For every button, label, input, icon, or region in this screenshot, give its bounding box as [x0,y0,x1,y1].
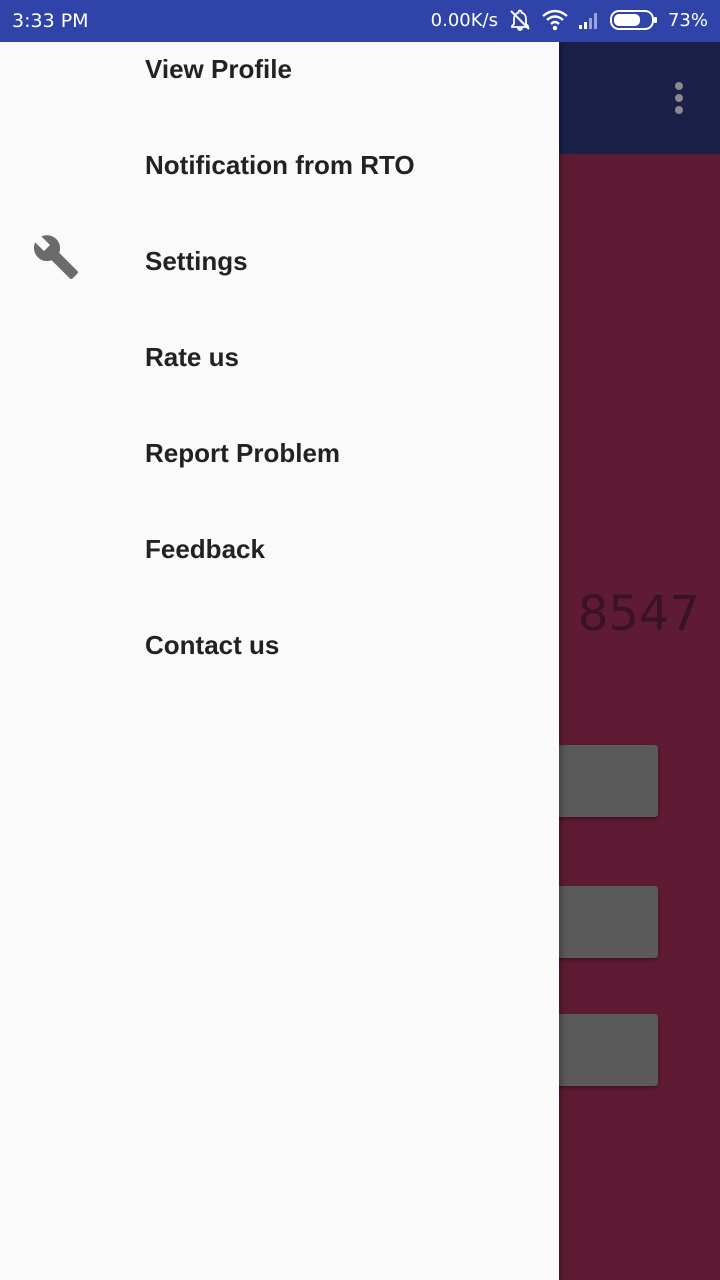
overflow-menu-icon[interactable] [674,82,684,116]
battery-icon [609,9,658,31]
notifications-off-icon [508,8,532,32]
battery-percent: 73% [667,9,708,31]
status-bar: 3:33 PM 0.00K/s 73% [0,0,720,42]
drawer-item-settings[interactable]: Settings [0,211,559,307]
network-speed: 0.00K/s [430,9,498,31]
navigation-drawer: View Profile Notification from RTO Setti… [0,42,559,1280]
wrench-icon [32,233,80,281]
drawer-item-label: Report Problem [145,438,341,468]
drawer-item-contact-us[interactable]: Contact us [0,595,559,691]
drawer-item-rate-us[interactable]: Rate us [0,307,559,403]
drawer-item-label: Rate us [145,342,239,372]
drawer-item-label: View Profile [145,54,292,84]
drawer-item-notification[interactable]: Notification from RTO [0,115,559,211]
drawer-item-label: Contact us [145,630,280,660]
drawer-item-label: Settings [145,246,248,276]
drawer-item-label: Feedback [145,534,265,564]
drawer-item-label: Notification from RTO [145,150,415,180]
drawer-item-feedback[interactable]: Feedback [0,499,559,595]
status-icons: 0.00K/s 73% [431,8,708,32]
drawer-item-report-problem[interactable]: Report Problem [0,403,559,499]
wifi-icon [542,9,568,31]
status-time: 3:33 PM [12,10,89,32]
signal-icon [578,10,600,30]
